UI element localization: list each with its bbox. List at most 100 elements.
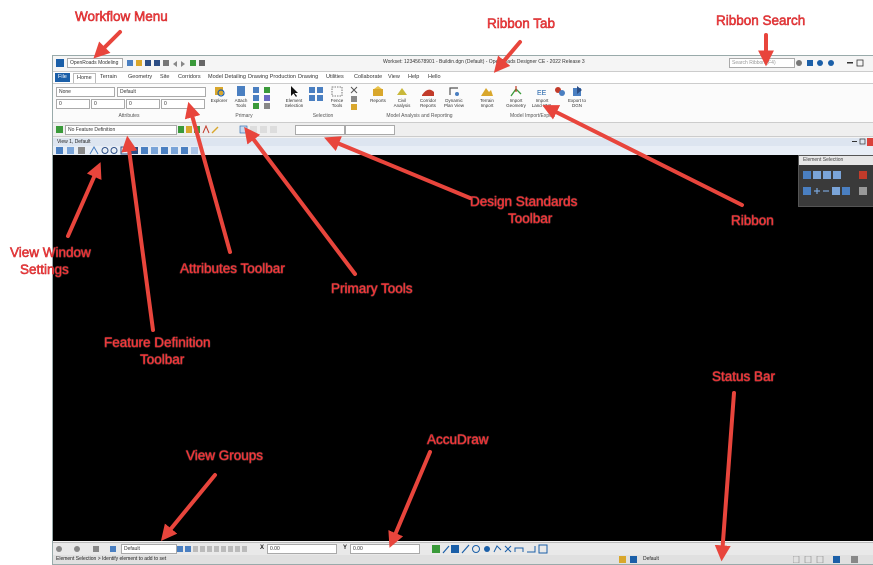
view-groups-icons[interactable]: [55, 545, 121, 553]
feature-toggle-icon: [178, 126, 184, 133]
delete-icon: [350, 86, 358, 94]
primary-small-tools[interactable]: [252, 86, 278, 112]
callout-ribbon-tab: Ribbon Tab: [487, 16, 556, 32]
accudraw-x-input[interactable]: 0.00: [267, 544, 337, 554]
help-icon: [817, 60, 823, 66]
tab-site[interactable]: Site: [157, 73, 172, 82]
feature-definition-select[interactable]: No Feature Definition: [65, 125, 177, 135]
level-status-icon[interactable]: [630, 556, 637, 563]
view-previous-icon: [161, 147, 168, 154]
place-block-icon: [451, 545, 459, 553]
style-select[interactable]: Default: [117, 87, 206, 97]
reports-icon: [373, 86, 383, 96]
import-options-button[interactable]: [553, 86, 567, 98]
view-window-controls[interactable]: [850, 138, 873, 146]
view-next-icon: [171, 147, 178, 154]
quick-access-toolbar[interactable]: [127, 59, 217, 67]
modify-icon: [351, 96, 357, 102]
design-standards-toolbar[interactable]: [239, 125, 289, 134]
tab-utilities[interactable]: Utilities: [323, 73, 347, 82]
lock-icon[interactable]: [619, 556, 626, 563]
application-window: OpenRoads Modeling Workset: 12345678901 …: [52, 55, 873, 565]
accudraw-toolbar[interactable]: [431, 544, 581, 554]
element-selection-button[interactable]: Element Selection: [282, 86, 306, 108]
fence-small-tools[interactable]: [350, 86, 360, 112]
fence-tools-button[interactable]: Fence Tools: [326, 86, 348, 108]
status-message: Element Selection > Identify element to …: [56, 556, 167, 562]
tab-corridors[interactable]: Corridors: [175, 73, 204, 82]
tab-hello[interactable]: Hello: [425, 73, 444, 82]
callout-view-window-2: Settings: [20, 262, 69, 278]
design-standard-select-1[interactable]: [295, 125, 345, 135]
weight-select[interactable]: 0: [91, 99, 125, 109]
zoom-out-icon: [110, 147, 118, 154]
add-icon: [814, 188, 820, 194]
maximize-icon: [856, 59, 864, 67]
level-select[interactable]: None: [56, 87, 115, 97]
callout-accudraw: AccuDraw: [427, 432, 489, 448]
view-window-settings[interactable]: [53, 145, 873, 155]
import-geometry-button[interactable]: Import Geometry: [503, 86, 529, 108]
callout-status-bar: Status Bar: [712, 369, 776, 385]
tab-geometry[interactable]: Geometry: [125, 73, 155, 82]
corridor-reports-icon: [422, 89, 434, 96]
properties-icon: [253, 103, 259, 109]
civil-analysis-button[interactable]: Civil Analysis: [390, 86, 414, 108]
copy-view-icon: [181, 147, 188, 154]
attach-tools-button[interactable]: Attach Tools: [231, 86, 251, 108]
settings-icon: [264, 103, 270, 109]
color-select[interactable]: 0: [56, 99, 90, 109]
feature-definition-icon: [56, 126, 63, 133]
tab-terrain[interactable]: Terrain: [97, 73, 120, 82]
tab-home[interactable]: Home: [73, 73, 96, 83]
accudraw-x-label: X: [260, 545, 265, 551]
element-selection-panel[interactable]: Element Selection: [798, 155, 873, 207]
explorer-button[interactable]: Explorer: [209, 86, 229, 103]
standards-toggle-icon: [239, 125, 248, 134]
callout-view-window-1: View Window: [10, 245, 91, 261]
clear-icon: [317, 95, 323, 101]
accudraw-toggle-icon: [432, 545, 440, 553]
title-right-controls[interactable]: [795, 59, 870, 67]
corridor-reports-label: Corridor Reports: [419, 98, 437, 108]
standards-pick-icon: [260, 126, 267, 133]
export-to-dgn-button[interactable]: Export to DGN: [567, 86, 587, 108]
civil-analysis-label: Civil Analysis: [393, 98, 411, 108]
standards-match-icon: [270, 126, 277, 133]
terrain-import-button[interactable]: Terrain Import: [475, 86, 499, 108]
view-group-select[interactable]: Default: [121, 544, 177, 554]
tab-file[interactable]: File: [55, 73, 70, 82]
quick-access-icons[interactable]: [127, 59, 217, 67]
linestyle-select[interactable]: 0: [126, 99, 160, 109]
transparency-select[interactable]: 0: [161, 99, 205, 109]
export-to-dgn-label: Export to DGN: [567, 98, 586, 108]
accudraw-y-input[interactable]: 0.00: [350, 544, 420, 554]
reports-button[interactable]: Reports: [368, 86, 388, 103]
tab-drawing-production[interactable]: Drawing Production: [245, 73, 299, 82]
tab-view[interactable]: View: [385, 73, 403, 82]
tab-drawing[interactable]: Drawing: [295, 73, 321, 82]
accudraw-y-label: Y: [343, 545, 348, 551]
tab-help[interactable]: Help: [405, 73, 422, 82]
explorer-label: Explorer: [210, 98, 228, 103]
raster-icon: [264, 95, 270, 101]
corner-icon: [527, 546, 536, 553]
view-group-icon: [110, 546, 116, 552]
corridor-reports-button[interactable]: Corridor Reports: [416, 86, 440, 108]
dynamic-plan-view-label: Dynamic Plan View: [444, 98, 464, 108]
workflow-menu[interactable]: OpenRoads Modeling: [67, 58, 123, 68]
view-number-buttons[interactable]: [177, 545, 253, 553]
import-land-xml-button[interactable]: EE Import Land XML: [531, 86, 553, 108]
selection-small-tools[interactable]: [308, 86, 324, 112]
callout-design-standards-2: Toolbar: [508, 211, 553, 227]
attributes-toolbar[interactable]: [177, 124, 237, 134]
status-indicators[interactable]: [793, 556, 873, 563]
dynamic-plan-view-button[interactable]: Dynamic Plan View: [442, 86, 466, 108]
ribbon-search-input[interactable]: Search Ribbon (F4): [729, 58, 795, 68]
design-standard-select-2[interactable]: [345, 125, 395, 135]
place-circle-icon: [472, 545, 480, 553]
view-maximize-icon: [859, 138, 866, 145]
delete-element-icon: [504, 545, 512, 553]
tab-model-detailing[interactable]: Model Detailing: [205, 73, 249, 82]
tab-collaborate[interactable]: Collaborate: [351, 73, 385, 82]
